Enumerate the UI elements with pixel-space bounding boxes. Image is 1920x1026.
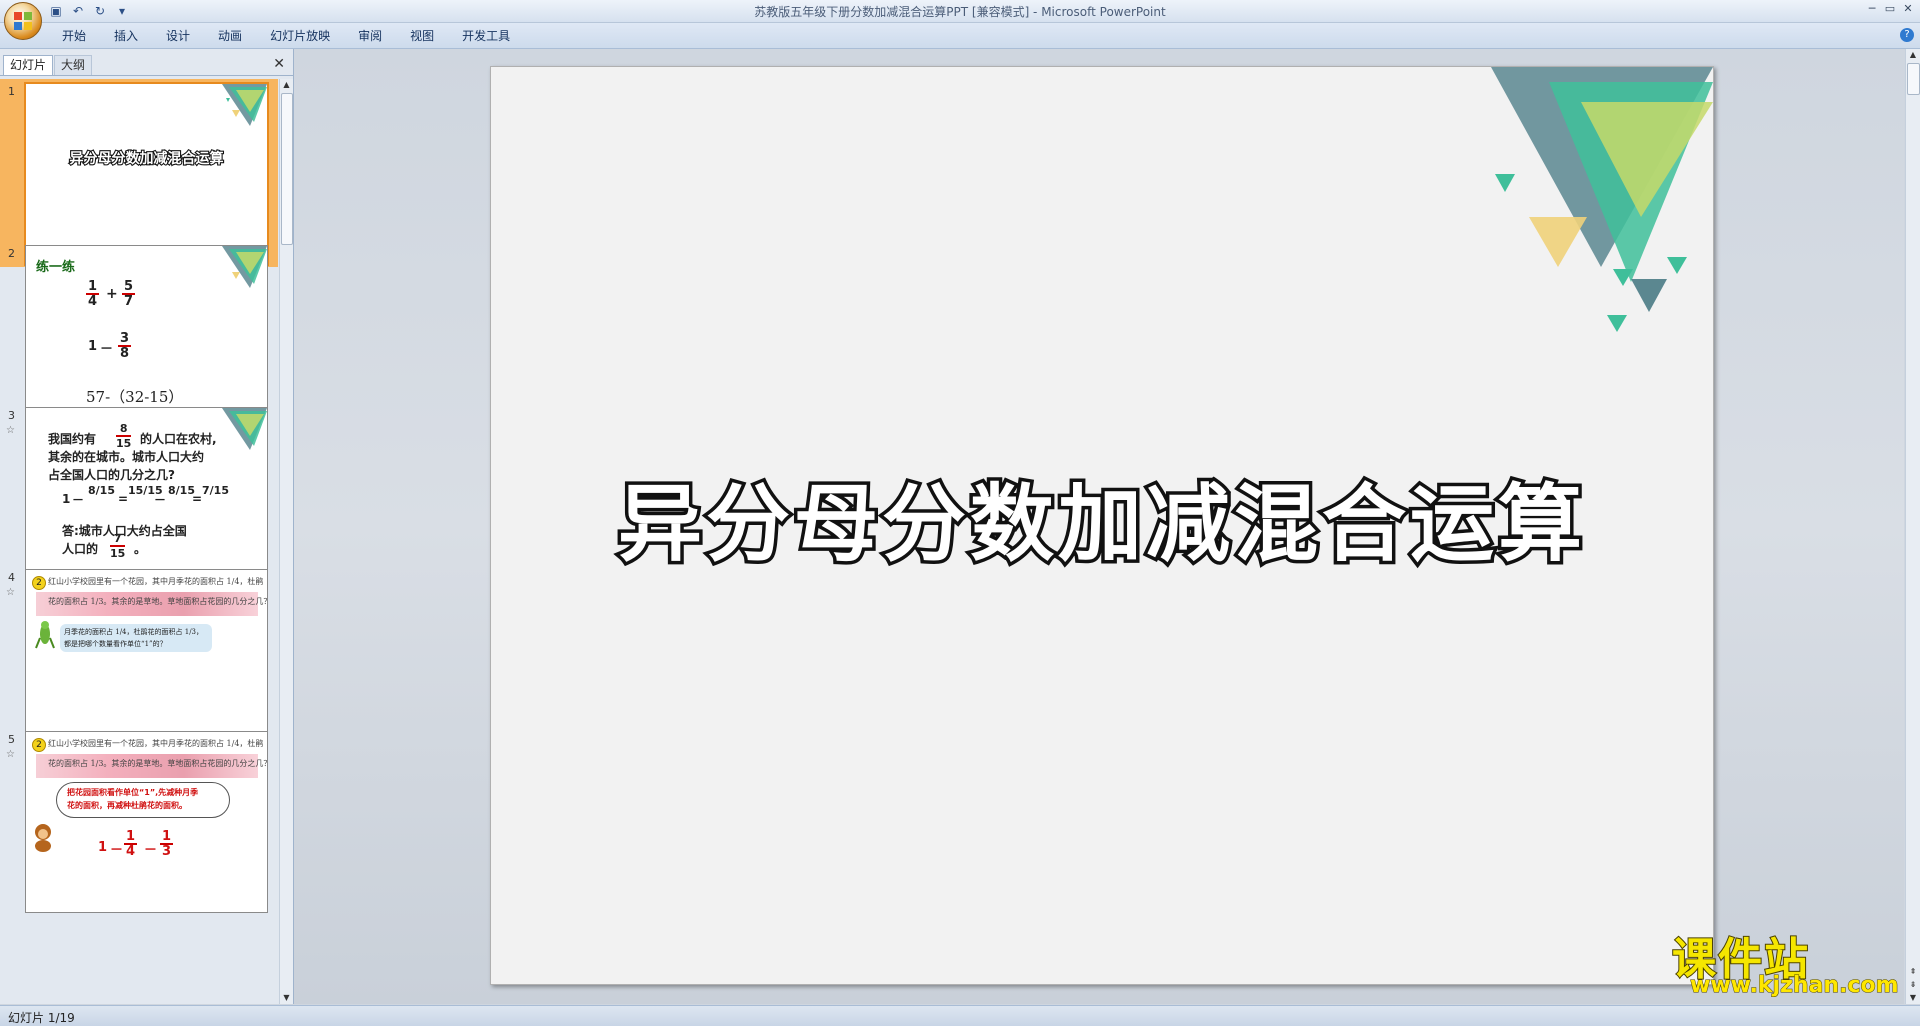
tab-home[interactable]: 开始 [48, 28, 100, 44]
thought-cloud: 把花园面积看作单位“1”,先减种月季 花的面积，再减种杜鹃花的面积。 [56, 782, 230, 818]
pane-tabs: 幻灯片 大纲 ✕ [0, 53, 293, 76]
scroll-down-icon[interactable]: ▼ [1906, 992, 1920, 1004]
plus-sign: + [106, 286, 118, 302]
slides-pane: 幻灯片 大纲 ✕ 1 异分母分数加减混合运算 2 练一练 1 4 + 5 7 1… [0, 49, 294, 1004]
integer: 1 [88, 339, 98, 354]
tab-developer[interactable]: 开发工具 [448, 28, 524, 44]
question-text: 红山小学校园里有一个花园，其中月季花的面积占 1/4，杜鹃 [48, 739, 264, 748]
title-bar: ▣ ↶ ↻ ▾ 苏教版五年级下册分数加减混合运算PPT [兼容模式] - Mic… [0, 0, 1920, 23]
scroll-thumb[interactable] [281, 93, 293, 245]
thumbnail-canvas: 练一练 14 + 57 1 － 38 57-（32-15） [25, 245, 268, 427]
scroll-down-icon[interactable]: ▼ [280, 992, 293, 1004]
animation-star-icon: ☆ [6, 425, 15, 436]
watermark-url: www.kjzhan.com [1690, 973, 1900, 999]
minus-sign: － [100, 342, 114, 357]
equation-term: 8/15 [168, 484, 195, 497]
thumbnail-canvas: 2 红山小学校园里有一个花园，其中月季花的面积占 1/4，杜鹃 花的面积占 1/… [25, 731, 268, 913]
slide-title[interactable]: 异分母分数加减混合运算 [491, 457, 1713, 578]
equation-term: － [154, 493, 167, 507]
current-slide[interactable]: 异分母分数加减混合运算 [490, 66, 1714, 985]
fraction: 13 [160, 829, 174, 859]
scroll-up-icon[interactable]: ▲ [280, 79, 293, 91]
tab-outline[interactable]: 大纲 [54, 55, 93, 75]
fraction: 14 [86, 279, 100, 309]
watermark-logo: 课件站 www.kjzhan.com [1668, 923, 1903, 1003]
grasshopper-icon [34, 620, 56, 650]
slide-number: 3 [8, 409, 15, 422]
slide-number: 1 [8, 85, 15, 98]
answer-text: 人口的 [62, 542, 99, 556]
tab-review[interactable]: 审阅 [344, 28, 396, 44]
editor-scrollbar[interactable]: ▲ ⇞ ⇟ ▼ [1905, 49, 1920, 1004]
fraction: 38 [118, 331, 132, 361]
thumbnail-canvas: 我国约有 8 15 的人口在农村, 其余的在城市。城市人口大约 占全国人口的几分之… [25, 407, 268, 589]
decor-triangles-icon [222, 84, 267, 126]
fraction: 57 [122, 279, 136, 309]
equation-term: － [72, 493, 85, 507]
restore-icon[interactable]: ▭ [1882, 2, 1898, 16]
thumbnail-canvas: 2 红山小学校园里有一个花园，其中月季花的面积占 1/4，杜鹃 花的面积占 1/… [25, 569, 268, 751]
slide-thumbnail-5[interactable]: 5 ☆ 2 红山小学校园里有一个花园，其中月季花的面积占 1/4，杜鹃 花的面积… [0, 727, 278, 915]
fraction: 7 15 [110, 532, 126, 560]
tab-slides[interactable]: 幻灯片 [3, 55, 54, 75]
scroll-up-icon[interactable]: ▲ [1906, 49, 1920, 61]
question-text: 花的面积占 1/3。其余的是草地。草地面积占花园的几分之几？ [48, 597, 268, 606]
number-badge-icon: 2 [32, 576, 46, 590]
problem-text: 我国约有 [48, 432, 97, 446]
minus-sign: － [110, 843, 124, 858]
number-badge-icon: 2 [32, 738, 46, 752]
fraction: 14 [124, 829, 138, 859]
minus-sign: － [144, 843, 158, 858]
fraction: 8 15 [116, 422, 132, 450]
speech-bubble: 月季花的面积占 1/4，杜鹃花的面积占 1/3， 都是把哪个数量看作单位“1”的… [60, 624, 212, 652]
tab-design[interactable]: 设计 [152, 28, 204, 44]
office-button[interactable] [4, 2, 42, 40]
window-title: 苏教版五年级下册分数加减混合运算PPT [兼容模式] - Microsoft P… [754, 5, 1166, 19]
equation-term: = [118, 492, 129, 506]
scroll-thumb[interactable] [1907, 63, 1920, 95]
thumbnails-scrollbar[interactable]: ▲ ▼ [279, 79, 293, 1004]
thumbnail-title: 异分母分数加减混合运算 [68, 150, 224, 168]
monkey-icon [30, 822, 56, 852]
slide-counter: 幻灯片 1/19 [8, 1011, 75, 1025]
tab-animations[interactable]: 动画 [204, 28, 256, 44]
slide-thumbnail-4[interactable]: 4 ☆ 2 红山小学校园里有一个花园，其中月季花的面积占 1/4，杜鹃 花的面积… [0, 565, 278, 753]
slide-editor: 异分母分数加减混合运算 [294, 49, 1904, 1004]
animation-star-icon: ☆ [6, 587, 15, 598]
ribbon-tabs: 开始 插入 设计 动画 幻灯片放映 审阅 视图 开发工具 ? [0, 23, 1920, 49]
thumbnail-heading: 练一练 [36, 260, 76, 275]
slide-number: 5 [8, 733, 15, 746]
problem-text: 占全国人口的几分之几? [48, 468, 175, 482]
window-controls: ─ ▭ ✕ [1864, 2, 1916, 16]
problem-text: 的人口在农村, [140, 432, 217, 446]
slide-number: 4 [8, 571, 15, 584]
slide-number: 2 [8, 247, 15, 260]
close-icon[interactable]: ✕ [1900, 2, 1916, 16]
slide-thumbnail-2[interactable]: 2 练一练 14 + 57 1 － 38 57-（32-15） [0, 241, 278, 429]
tab-view[interactable]: 视图 [396, 28, 448, 44]
answer-text: 。 [134, 542, 147, 556]
question-text: 花的面积占 1/3。其余的是草地。草地面积占花园的几分之几？ [48, 759, 268, 768]
animation-star-icon: ☆ [6, 749, 15, 760]
tab-slideshow[interactable]: 幻灯片放映 [256, 28, 344, 44]
question-text: 红山小学校园里有一个花园，其中月季花的面积占 1/4，杜鹃 [48, 577, 264, 586]
prev-slide-icon[interactable]: ⇞ [1906, 966, 1920, 978]
slide-thumbnail-3[interactable]: 3 ☆ 我国约有 8 15 的人口在农村, 其余的在城市。城市人口大约 占全国人口… [0, 403, 278, 591]
office-logo-icon [14, 12, 32, 30]
equation-term: 7/15 [202, 484, 229, 497]
equation-term: 8/15 [88, 484, 115, 497]
tab-insert[interactable]: 插入 [100, 28, 152, 44]
slide-thumbnail-1[interactable]: 1 异分母分数加减混合运算 [0, 79, 278, 267]
minimize-icon[interactable]: ─ [1864, 2, 1880, 16]
slide-thumbnails: 1 异分母分数加减混合运算 2 练一练 1 4 + 5 7 1 － 3 8 57… [0, 79, 278, 1004]
close-pane-icon[interactable]: ✕ [273, 56, 285, 72]
problem-text: 其余的在城市。城市人口大约 [48, 450, 205, 464]
equation-term: = [192, 492, 203, 506]
help-icon[interactable]: ? [1900, 28, 1914, 42]
equation-term: 1 [62, 492, 71, 506]
next-slide-icon[interactable]: ⇟ [1906, 979, 1920, 991]
integer: 1 [98, 840, 108, 855]
status-bar: 幻灯片 1/19 [0, 1005, 1920, 1026]
thumbnail-canvas: 异分母分数加减混合运算 [24, 82, 269, 266]
